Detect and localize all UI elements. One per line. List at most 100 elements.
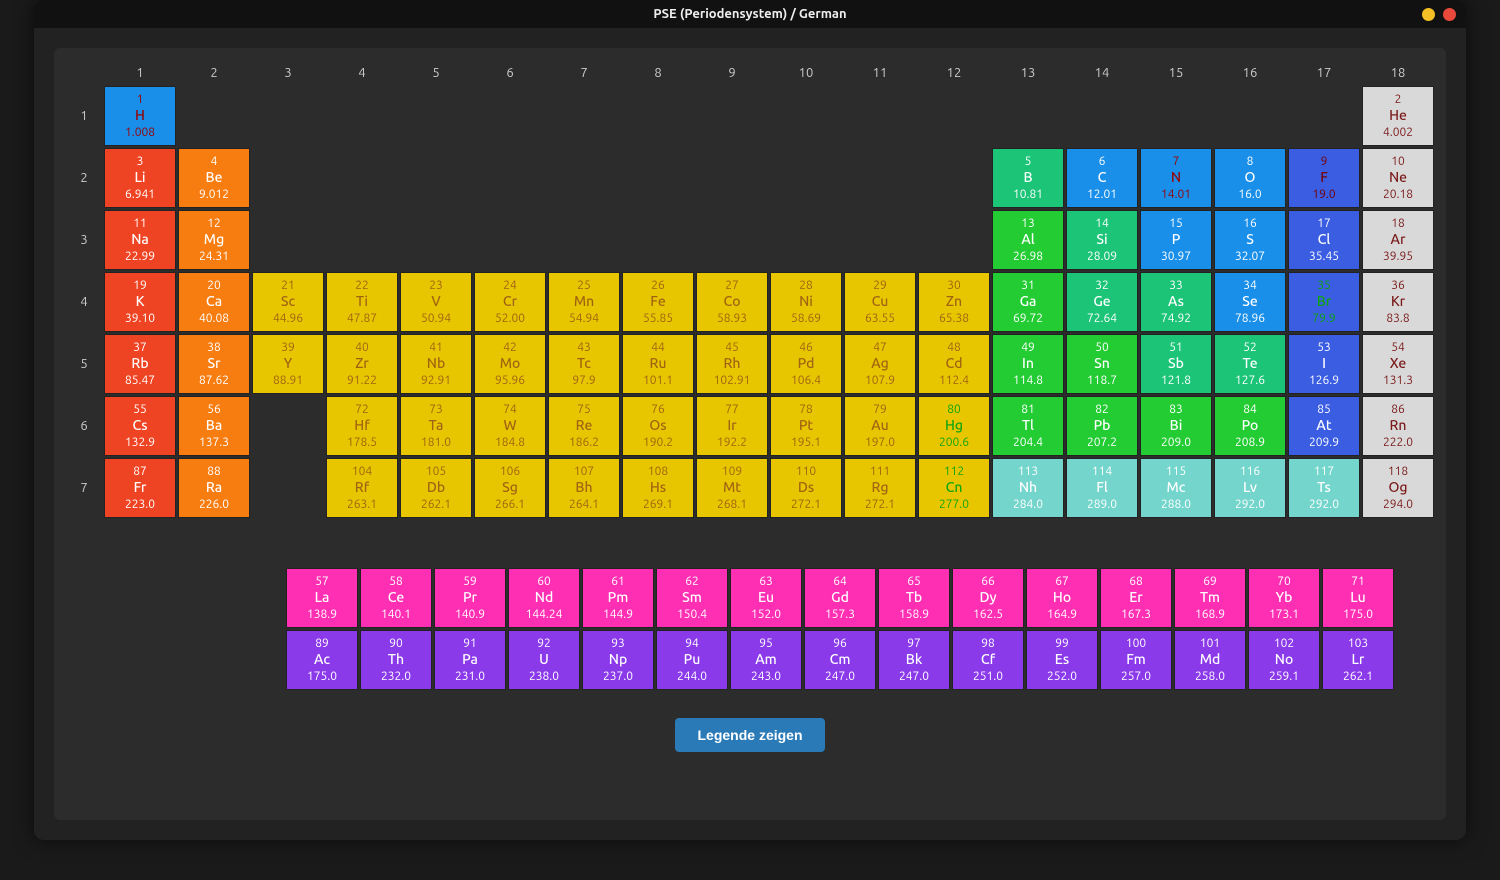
element-Th[interactable]: 90Th232.0 (360, 630, 432, 690)
element-Rb[interactable]: 37Rb85.47 (104, 334, 176, 394)
element-K[interactable]: 19K39.10 (104, 272, 176, 332)
element-Sr[interactable]: 38Sr87.62 (178, 334, 250, 394)
element-C[interactable]: 6C12.01 (1066, 148, 1138, 208)
element-Fe[interactable]: 26Fe55.85 (622, 272, 694, 332)
element-Pb[interactable]: 82Pb207.2 (1066, 396, 1138, 456)
element-B[interactable]: 5B10.81 (992, 148, 1064, 208)
element-Ne[interactable]: 10Ne20.18 (1362, 148, 1434, 208)
element-Pu[interactable]: 94Pu244.0 (656, 630, 728, 690)
element-Rn[interactable]: 86Rn222.0 (1362, 396, 1434, 456)
element-Er[interactable]: 68Er167.3 (1100, 568, 1172, 628)
element-Md[interactable]: 101Md258.0 (1174, 630, 1246, 690)
close-icon[interactable] (1443, 8, 1456, 21)
element-O[interactable]: 8O16.0 (1214, 148, 1286, 208)
element-Ac[interactable]: 89Ac175.0 (286, 630, 358, 690)
element-Tb[interactable]: 65Tb158.9 (878, 568, 950, 628)
element-Am[interactable]: 95Am243.0 (730, 630, 802, 690)
element-S[interactable]: 16S32.07 (1214, 210, 1286, 270)
element-Pr[interactable]: 59Pr140.9 (434, 568, 506, 628)
element-Hg[interactable]: 80Hg200.6 (918, 396, 990, 456)
element-Nb[interactable]: 41Nb92.91 (400, 334, 472, 394)
element-Pa[interactable]: 91Pa231.0 (434, 630, 506, 690)
element-Dy[interactable]: 66Dy162.5 (952, 568, 1024, 628)
element-Hs[interactable]: 108Hs269.1 (622, 458, 694, 518)
element-Fm[interactable]: 100Fm257.0 (1100, 630, 1172, 690)
element-W[interactable]: 74W184.8 (474, 396, 546, 456)
element-Cm[interactable]: 96Cm247.0 (804, 630, 876, 690)
element-Bh[interactable]: 107Bh264.1 (548, 458, 620, 518)
element-Pm[interactable]: 61Pm144.9 (582, 568, 654, 628)
element-Br[interactable]: 35Br79.9 (1288, 272, 1360, 332)
element-Y[interactable]: 39Y88.91 (252, 334, 324, 394)
element-Mn[interactable]: 25Mn54.94 (548, 272, 620, 332)
element-Ba[interactable]: 56Ba137.3 (178, 396, 250, 456)
element-Ta[interactable]: 73Ta181.0 (400, 396, 472, 456)
element-Zr[interactable]: 40Zr91.22 (326, 334, 398, 394)
element-Tm[interactable]: 69Tm168.9 (1174, 568, 1246, 628)
element-Fl[interactable]: 114Fl289.0 (1066, 458, 1138, 518)
element-H[interactable]: 1H1.008 (104, 86, 176, 146)
element-At[interactable]: 85At209.9 (1288, 396, 1360, 456)
element-Ir[interactable]: 77Ir192.2 (696, 396, 768, 456)
element-Ru[interactable]: 44Ru101.1 (622, 334, 694, 394)
element-Cd[interactable]: 48Cd112.4 (918, 334, 990, 394)
element-Te[interactable]: 52Te127.6 (1214, 334, 1286, 394)
element-Li[interactable]: 3Li6.941 (104, 148, 176, 208)
element-Kr[interactable]: 36Kr83.8 (1362, 272, 1434, 332)
element-Pd[interactable]: 46Pd106.4 (770, 334, 842, 394)
element-Po[interactable]: 84Po208.9 (1214, 396, 1286, 456)
element-He[interactable]: 2He4.002 (1362, 86, 1434, 146)
element-In[interactable]: 49In114.8 (992, 334, 1064, 394)
legend-button[interactable]: Legende zeigen (675, 718, 824, 752)
element-Sb[interactable]: 51Sb121.8 (1140, 334, 1212, 394)
element-Fr[interactable]: 87Fr223.0 (104, 458, 176, 518)
element-Db[interactable]: 105Db262.1 (400, 458, 472, 518)
element-Na[interactable]: 11Na22.99 (104, 210, 176, 270)
element-Ce[interactable]: 58Ce140.1 (360, 568, 432, 628)
element-Ga[interactable]: 31Ga69.72 (992, 272, 1064, 332)
element-Co[interactable]: 27Co58.93 (696, 272, 768, 332)
element-Cf[interactable]: 98Cf251.0 (952, 630, 1024, 690)
element-Cr[interactable]: 24Cr52.00 (474, 272, 546, 332)
element-Ca[interactable]: 20Ca40.08 (178, 272, 250, 332)
element-Sc[interactable]: 21Sc44.96 (252, 272, 324, 332)
element-F[interactable]: 9F19.0 (1288, 148, 1360, 208)
element-No[interactable]: 102No259.1 (1248, 630, 1320, 690)
element-Bk[interactable]: 97Bk247.0 (878, 630, 950, 690)
element-Rg[interactable]: 111Rg272.1 (844, 458, 916, 518)
element-As[interactable]: 33As74.92 (1140, 272, 1212, 332)
element-Au[interactable]: 79Au197.0 (844, 396, 916, 456)
element-Mg[interactable]: 12Mg24.31 (178, 210, 250, 270)
element-Cn[interactable]: 112Cn277.0 (918, 458, 990, 518)
element-Lr[interactable]: 103Lr262.1 (1322, 630, 1394, 690)
element-N[interactable]: 7N14.01 (1140, 148, 1212, 208)
element-Si[interactable]: 14Si28.09 (1066, 210, 1138, 270)
element-Ge[interactable]: 32Ge72.64 (1066, 272, 1138, 332)
element-Lv[interactable]: 116Lv292.0 (1214, 458, 1286, 518)
element-Ra[interactable]: 88Ra226.0 (178, 458, 250, 518)
element-Tc[interactable]: 43Tc97.9 (548, 334, 620, 394)
element-Pt[interactable]: 78Pt195.1 (770, 396, 842, 456)
element-Cl[interactable]: 17Cl35.45 (1288, 210, 1360, 270)
element-Se[interactable]: 34Se78.96 (1214, 272, 1286, 332)
element-Mt[interactable]: 109Mt268.1 (696, 458, 768, 518)
element-Nd[interactable]: 60Nd144.24 (508, 568, 580, 628)
element-V[interactable]: 23V50.94 (400, 272, 472, 332)
element-Nh[interactable]: 113Nh284.0 (992, 458, 1064, 518)
element-Gd[interactable]: 64Gd157.3 (804, 568, 876, 628)
element-Hf[interactable]: 72Hf178.5 (326, 396, 398, 456)
element-Lu[interactable]: 71Lu175.0 (1322, 568, 1394, 628)
element-Rf[interactable]: 104Rf263.1 (326, 458, 398, 518)
element-Mc[interactable]: 115Mc288.0 (1140, 458, 1212, 518)
element-Tl[interactable]: 81Tl204.4 (992, 396, 1064, 456)
element-Cu[interactable]: 29Cu63.55 (844, 272, 916, 332)
element-Ho[interactable]: 67Ho164.9 (1026, 568, 1098, 628)
element-Ti[interactable]: 22Ti47.87 (326, 272, 398, 332)
element-Be[interactable]: 4Be9.012 (178, 148, 250, 208)
element-Bi[interactable]: 83Bi209.0 (1140, 396, 1212, 456)
element-Yb[interactable]: 70Yb173.1 (1248, 568, 1320, 628)
element-Al[interactable]: 13Al26.98 (992, 210, 1064, 270)
element-Sn[interactable]: 50Sn118.7 (1066, 334, 1138, 394)
element-Ni[interactable]: 28Ni58.69 (770, 272, 842, 332)
element-Xe[interactable]: 54Xe131.3 (1362, 334, 1434, 394)
